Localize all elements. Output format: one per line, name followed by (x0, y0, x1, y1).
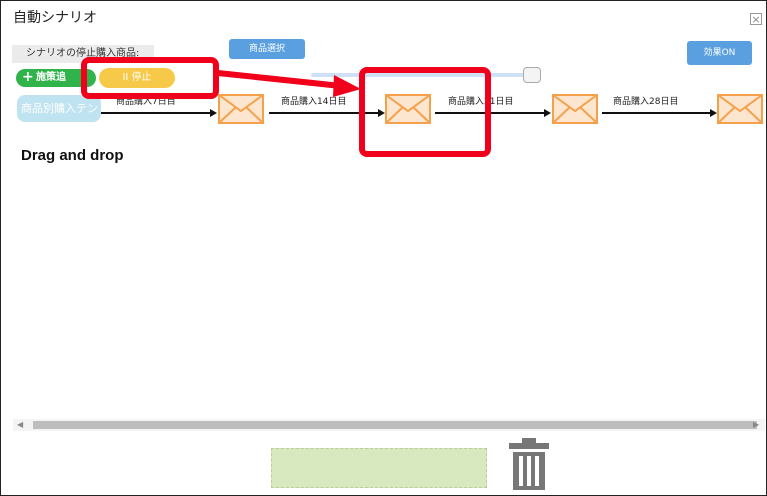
scroll-right-icon[interactable]: ▶ (753, 419, 759, 431)
flow-arrow (602, 109, 717, 117)
add-action-label: 施策追 (36, 72, 66, 83)
drag-drop-annotation: Drag and drop (21, 147, 124, 164)
trash-icon[interactable] (506, 436, 552, 492)
flow-arrow (101, 109, 217, 117)
mail-icon[interactable] (717, 94, 763, 124)
scroll-thumb[interactable] (33, 421, 757, 429)
edge-label: 商品購入28日目 (613, 94, 679, 107)
mail-icon[interactable] (552, 94, 598, 124)
drag-arrow-icon (217, 70, 361, 97)
zoom-slider-handle[interactable] (523, 67, 541, 83)
select-product-button[interactable]: 商品選択 (229, 39, 305, 59)
scroll-left-icon[interactable]: ◀ (17, 419, 23, 431)
start-node[interactable]: 商品別購入テン (17, 95, 101, 122)
horizontal-scrollbar[interactable]: ◀ ▶ (13, 419, 765, 431)
title-bar: 自動シナリオ × (1, 1, 766, 29)
plus-icon: + (22, 69, 34, 85)
highlight-box-target (359, 67, 491, 157)
effect-on-button[interactable]: 効果ON (687, 41, 752, 65)
highlight-box-source (81, 57, 219, 99)
window-title: 自動シナリオ (13, 10, 97, 26)
close-icon[interactable]: × (750, 13, 762, 25)
scenario-window: 自動シナリオ × シナリオの停止購入商品: 商品選択 効果ON + 施策追 II… (0, 0, 767, 496)
drop-zone[interactable] (271, 448, 487, 488)
